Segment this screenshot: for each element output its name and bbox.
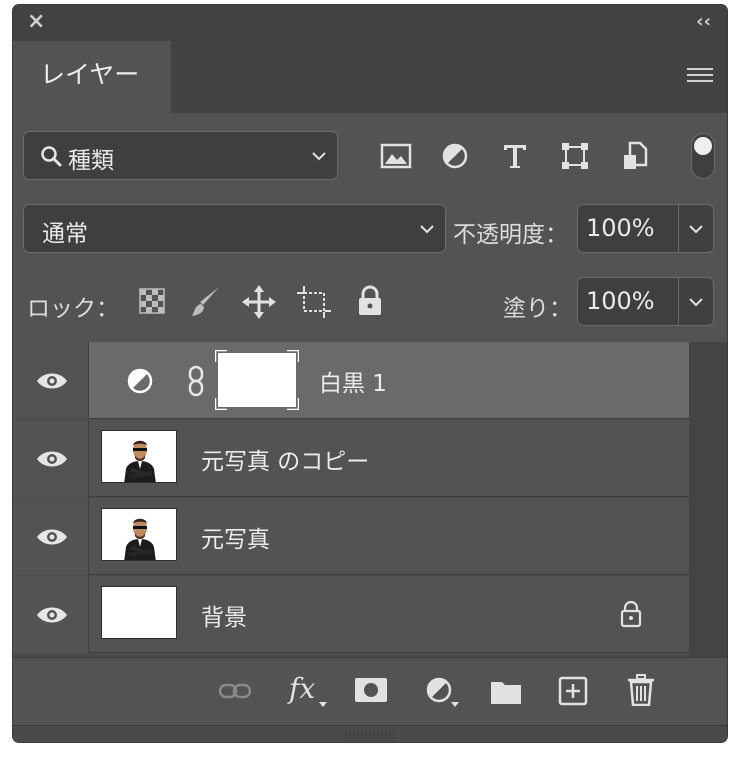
chevron-down-icon[interactable]	[688, 223, 704, 235]
adjustment-layer-icon	[127, 368, 153, 394]
layers-bottom-toolbar: fx	[13, 657, 727, 726]
panel-titlebar: × ‹‹	[13, 5, 727, 41]
lock-artboard-icon[interactable]	[297, 286, 331, 318]
eye-icon	[37, 529, 67, 545]
trash-icon[interactable]	[627, 674, 655, 706]
layer-row[interactable]: 元写真	[13, 498, 689, 575]
link-layers-icon[interactable]	[218, 682, 252, 700]
layers-list: 白黒 1 元写真 のコピー 元写真 背景	[13, 342, 727, 657]
lock-all-icon[interactable]	[357, 285, 383, 317]
collapse-icon[interactable]: ‹‹	[696, 13, 711, 31]
blend-mode-value: 通常	[42, 221, 88, 247]
chevron-down-icon	[420, 225, 434, 234]
layer-row[interactable]: 白黒 1	[13, 342, 689, 419]
chevron-down-icon	[312, 152, 326, 161]
person-photo-image	[102, 509, 176, 560]
new-group-folder-icon[interactable]	[490, 679, 522, 705]
tab-layers[interactable]: レイヤー	[13, 41, 171, 113]
opacity-value: 100%	[586, 214, 655, 242]
layer-name[interactable]: 元写真	[201, 520, 270, 554]
visibility-toggle[interactable]	[13, 420, 89, 497]
layer-thumbnail[interactable]	[101, 508, 177, 561]
layers-scrollbar[interactable]	[689, 342, 727, 657]
opacity-input[interactable]: 100%	[577, 204, 714, 253]
lock-label: ロック：	[27, 296, 119, 322]
person-photo-image	[102, 431, 176, 482]
filter-kind-label: 種類	[68, 148, 114, 174]
triangle-icon	[451, 702, 459, 707]
blend-mode-dropdown[interactable]: 通常	[23, 204, 446, 253]
visibility-toggle[interactable]	[13, 576, 89, 653]
layer-thumbnail[interactable]	[101, 430, 177, 483]
fx-label: fx	[289, 672, 316, 705]
type-layer-filter-icon[interactable]	[501, 142, 529, 170]
new-adjustment-layer-button[interactable]	[425, 676, 459, 710]
link-icon[interactable]	[187, 365, 205, 397]
layer-name[interactable]: 白黒 1	[319, 364, 387, 398]
visibility-toggle[interactable]	[13, 498, 89, 575]
layer-thumbnail[interactable]	[101, 586, 177, 639]
search-icon	[41, 146, 62, 167]
visibility-toggle[interactable]	[13, 342, 89, 419]
lock-position-icon[interactable]	[242, 285, 276, 319]
layer-row[interactable]: 背景	[13, 576, 689, 653]
eye-icon	[37, 607, 67, 623]
tab-row: レイヤー	[13, 41, 727, 113]
eye-icon	[37, 451, 67, 467]
add-mask-icon[interactable]	[355, 678, 387, 702]
pixel-layer-filter-icon[interactable]	[380, 143, 412, 169]
layer-row[interactable]: 元写真 のコピー	[13, 420, 689, 497]
layer-mask-thumbnail[interactable]	[215, 350, 299, 410]
layer-name[interactable]: 元写真 のコピー	[201, 442, 369, 476]
filter-kind-dropdown[interactable]: 種類	[23, 131, 338, 180]
smart-object-filter-icon[interactable]	[622, 141, 648, 171]
new-layer-icon[interactable]	[558, 676, 588, 706]
fill-input[interactable]: 100%	[577, 277, 714, 326]
panel-menu-icon[interactable]	[687, 68, 713, 84]
shape-layer-filter-icon[interactable]	[561, 142, 589, 170]
lock-transparent-pixels-icon[interactable]	[139, 288, 165, 314]
layer-style-button[interactable]: fx	[289, 672, 327, 707]
triangle-icon	[319, 702, 327, 707]
filter-toggle-switch[interactable]	[691, 133, 715, 179]
opacity-label: 不透明度：	[453, 222, 568, 248]
layers-panel: × ‹‹ レイヤー 種類 通常 不透明度： 100% ロック： 塗り： 100%…	[13, 5, 727, 742]
fill-value: 100%	[586, 287, 655, 315]
lock-image-pixels-icon[interactable]	[189, 285, 223, 319]
adjustment-layer-icon	[426, 677, 452, 703]
resize-grip[interactable]	[13, 725, 727, 742]
layer-name[interactable]: 背景	[201, 598, 247, 632]
adjustment-layer-filter-icon[interactable]	[441, 142, 469, 170]
fill-label: 塗り：	[503, 296, 572, 322]
close-icon[interactable]: ×	[27, 11, 45, 33]
chevron-down-icon[interactable]	[688, 296, 704, 308]
eye-icon	[37, 373, 67, 389]
lock-icon	[620, 600, 642, 628]
